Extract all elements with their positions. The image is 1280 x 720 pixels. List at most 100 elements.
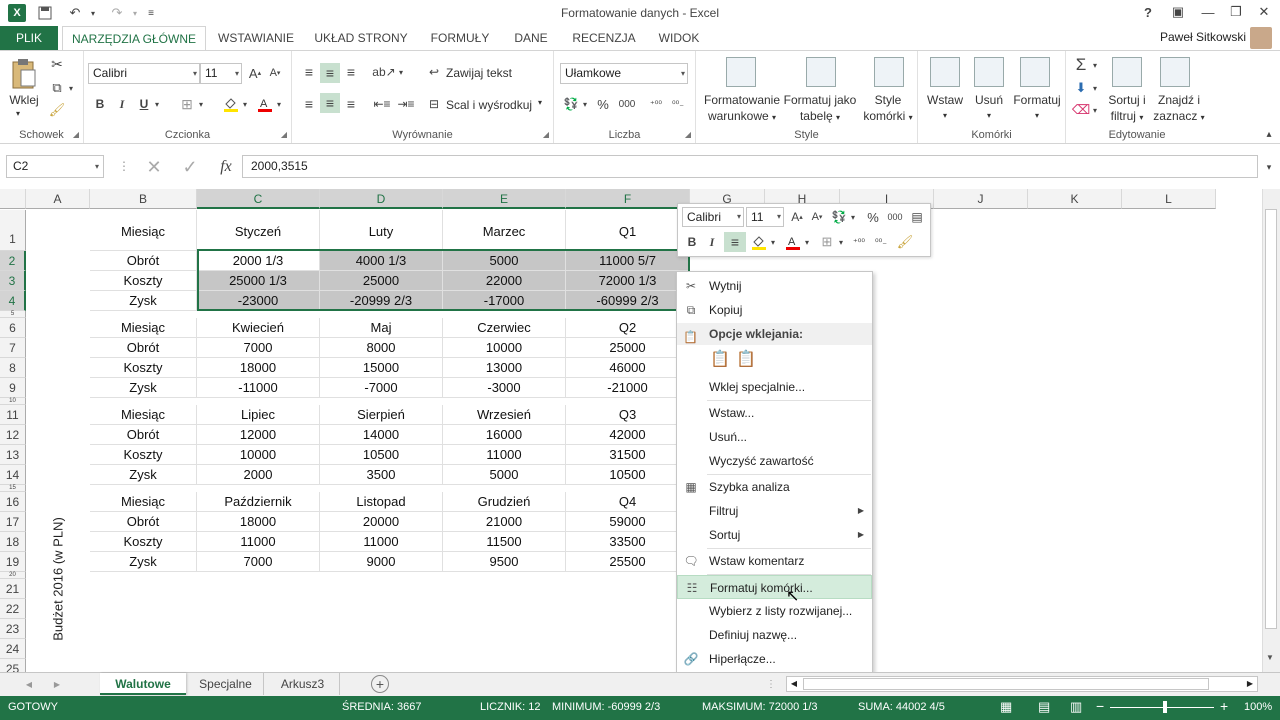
table-cell[interactable]: 22000 xyxy=(443,271,566,291)
menu-quick-analysis[interactable]: ▦ Szybka analiza xyxy=(677,475,872,499)
orientation-dropdown-icon[interactable]: ▾ xyxy=(396,63,406,81)
table-cell[interactable]: Zysk xyxy=(90,465,197,485)
table-header-cell[interactable]: Miesiąc xyxy=(90,318,197,338)
font-launcher-icon[interactable]: ◢ xyxy=(281,130,287,139)
horizontal-scroll-thumb[interactable] xyxy=(803,678,1209,690)
menu-cut[interactable]: ✂ Wytnij xyxy=(677,274,872,298)
merge-center-button[interactable]: Scal i wyśrodkuj xyxy=(446,98,532,112)
table-cell[interactable]: -17000 xyxy=(443,291,566,311)
find-select-icon[interactable] xyxy=(1160,57,1190,87)
mini-font-color-dropdown-icon[interactable]: ▾ xyxy=(802,232,812,252)
merge-center-icon[interactable]: ⊟ xyxy=(426,95,442,113)
paste-icon[interactable] xyxy=(8,57,40,91)
table-header-cell[interactable]: Kwiecień xyxy=(197,318,320,338)
menu-format-cells[interactable]: ☷ Formatuj komórki... xyxy=(677,575,872,599)
table-header-cell[interactable]: Miesiąc xyxy=(90,405,197,425)
table-cell[interactable]: 20000 xyxy=(320,512,443,532)
mini-increase-decimal-icon[interactable]: ⁺⁰⁰ xyxy=(850,232,868,252)
table-cell[interactable]: 18000 xyxy=(197,358,320,378)
cell-styles-button[interactable]: Style komórki ▾ xyxy=(860,92,916,126)
format-painter-icon[interactable]: 🖌 xyxy=(48,101,66,119)
row-header-9[interactable]: 9 xyxy=(0,378,26,398)
table-header-cell[interactable]: Miesiąc xyxy=(90,492,197,512)
table-header-cell[interactable]: Maj xyxy=(320,318,443,338)
format-as-table-icon[interactable] xyxy=(806,57,836,87)
table-cell[interactable]: 11000 xyxy=(320,532,443,552)
table-cell[interactable]: 15000 xyxy=(320,358,443,378)
table-cell[interactable]: Zysk xyxy=(90,378,197,398)
horizontal-scrollbar[interactable]: ◀ ▶ xyxy=(786,676,1258,692)
row-header-4[interactable]: 4 xyxy=(0,291,26,311)
table-cell[interactable]: 10000 xyxy=(443,338,566,358)
row-header-18[interactable]: 18 xyxy=(0,532,26,552)
conditional-formatting-button[interactable]: Formatowanie warunkowe ▾ xyxy=(698,92,786,126)
table-header-cell[interactable]: Styczeń xyxy=(197,210,320,251)
table-cell[interactable]: Koszty xyxy=(90,271,197,291)
collapse-ribbon-icon[interactable]: ▴ xyxy=(1262,127,1276,141)
cancel-entry-icon[interactable]: ✕ xyxy=(144,157,164,177)
table-cell[interactable]: 72000 1/3 xyxy=(566,271,690,291)
table-header-cell[interactable]: Q3 xyxy=(566,405,690,425)
menu-filter[interactable]: Filtruj ▶ xyxy=(677,499,872,523)
table-cell[interactable]: 10000 xyxy=(197,445,320,465)
mini-fill-dropdown-icon[interactable]: ▾ xyxy=(768,232,778,252)
table-cell[interactable]: 10500 xyxy=(566,465,690,485)
row-header-23[interactable]: 23 xyxy=(0,619,26,639)
paste-option-default-icon[interactable]: 📋 xyxy=(735,348,757,370)
align-right-icon[interactable]: ≡ xyxy=(342,95,360,113)
normal-view-icon[interactable]: ▦ xyxy=(1000,699,1012,715)
table-cell[interactable]: 8000 xyxy=(320,338,443,358)
cell-styles-icon[interactable] xyxy=(874,57,904,87)
autosum-dropdown-icon[interactable]: ▾ xyxy=(1090,55,1100,75)
minimize-button[interactable]: — xyxy=(1196,2,1220,22)
autosum-icon[interactable]: Σ xyxy=(1072,55,1090,75)
row-header-16[interactable]: 16 xyxy=(0,492,26,512)
bold-icon[interactable]: B xyxy=(92,95,108,113)
menu-copy[interactable]: ⧉ Kopiuj xyxy=(677,298,872,322)
table-cell[interactable]: 2000 1/3 xyxy=(197,251,320,271)
decrease-font-icon[interactable]: A ▾ xyxy=(266,64,284,82)
table-cell[interactable]: 59000 xyxy=(566,512,690,532)
table-cell[interactable]: 13000 xyxy=(443,358,566,378)
menu-pick-from-list[interactable]: Wybierz z listy rozwijanej... xyxy=(677,599,872,623)
wrap-text-button[interactable]: Zawijaj tekst xyxy=(446,66,512,80)
column-header-b[interactable]: B xyxy=(90,189,197,209)
align-left-icon[interactable]: ≡ xyxy=(300,95,318,113)
row-header-24[interactable]: 24 xyxy=(0,639,26,659)
decrease-decimal-icon[interactable]: ⁰⁰₋ xyxy=(668,95,688,113)
table-cell[interactable]: Obrót xyxy=(90,251,197,271)
user-name[interactable]: Paweł Sitkowski xyxy=(1160,30,1246,44)
table-header-cell[interactable]: Miesiąc xyxy=(90,210,197,251)
table-cell[interactable]: 11000 xyxy=(443,445,566,465)
table-header-cell[interactable]: Marzec xyxy=(443,210,566,251)
menu-insert-comment[interactable]: 🗨 Wstaw komentarz xyxy=(677,549,872,573)
formula-input[interactable]: 2000,3515 xyxy=(242,155,1258,178)
table-cell[interactable]: 11000 5/7 xyxy=(566,251,690,271)
row-header-12[interactable]: 12 xyxy=(0,425,26,445)
table-header-cell[interactable]: Wrzesień xyxy=(443,405,566,425)
increase-font-icon[interactable]: A ▴ xyxy=(246,64,264,82)
mini-format-painter-icon[interactable]: 🖌 xyxy=(896,232,914,252)
menu-paste-special[interactable]: Wklej specjalnie... xyxy=(677,375,872,399)
sort-filter-button[interactable]: Sortuj i filtruj ▾ xyxy=(1104,92,1150,126)
table-cell[interactable]: Zysk xyxy=(90,552,197,572)
row-header-17[interactable]: 17 xyxy=(0,512,26,532)
name-box[interactable]: C2 ▾ xyxy=(6,155,104,178)
menu-hyperlink[interactable]: 🔗 Hiperłącze... xyxy=(677,647,872,671)
table-cell[interactable]: 14000 xyxy=(320,425,443,445)
table-cell[interactable]: Koszty xyxy=(90,532,197,552)
row-header-2[interactable]: 2 xyxy=(0,251,26,271)
row-header-1[interactable]: 1 xyxy=(0,210,26,251)
zoom-in-icon[interactable]: + xyxy=(1220,698,1228,714)
scroll-sheets-left-icon[interactable]: ◀ xyxy=(22,676,36,692)
align-middle-icon[interactable]: ≡ xyxy=(320,63,340,83)
insert-cells-icon[interactable] xyxy=(930,57,960,87)
clipboard-launcher-icon[interactable]: ◢ xyxy=(73,130,79,139)
table-cell[interactable]: 5000 xyxy=(443,465,566,485)
table-cell[interactable]: 21000 xyxy=(443,512,566,532)
mini-accounting-dropdown-icon[interactable]: ▾ xyxy=(848,208,858,226)
cut-icon[interactable]: ✂ xyxy=(48,55,66,73)
mini-borders-dropdown-icon[interactable]: ▾ xyxy=(836,232,846,252)
fill-color-dropdown-icon[interactable]: ▾ xyxy=(240,95,250,113)
mini-format-table-icon[interactable]: ▤ xyxy=(908,208,926,226)
